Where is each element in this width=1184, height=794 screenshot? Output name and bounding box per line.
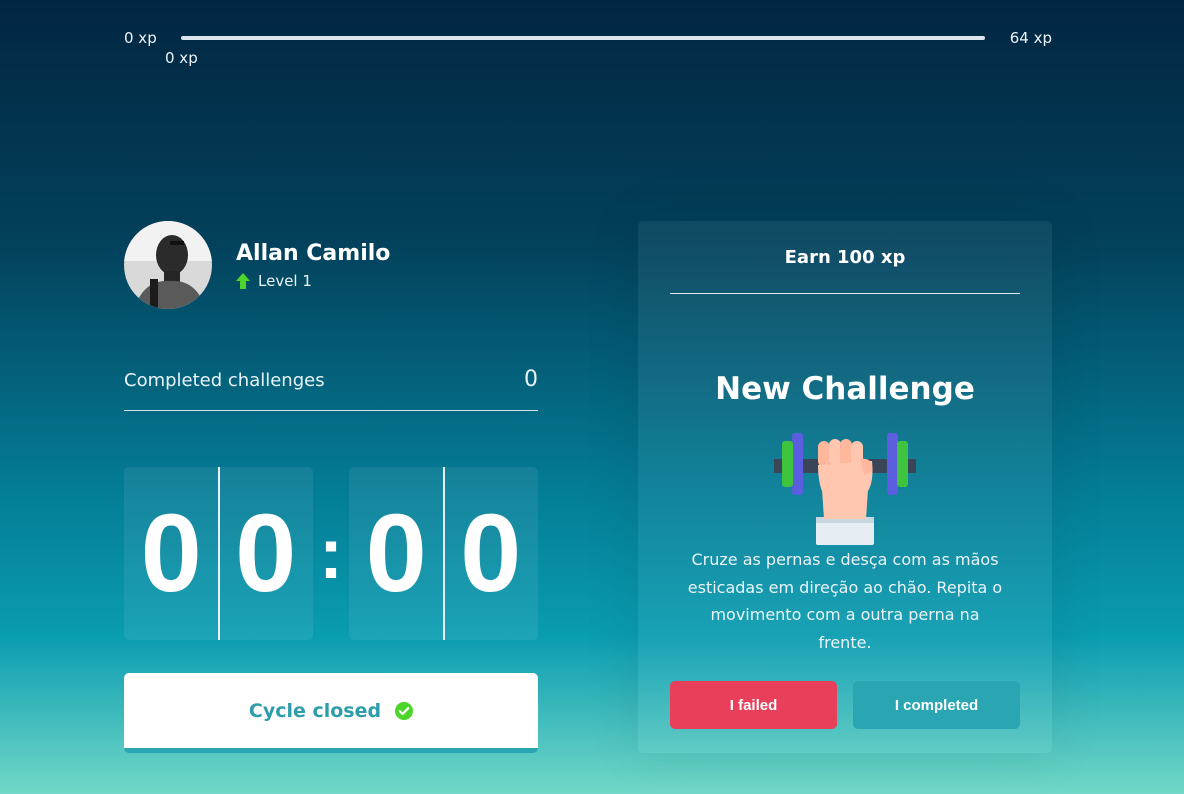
challenge-reward: Earn 100 xp [784, 246, 906, 268]
countdown-minutes: 0 0 [124, 467, 313, 640]
completed-challenges: Completed challenges 0 [124, 366, 538, 411]
experience-bar: 0 xp 0 xp 64 xp [124, 27, 1052, 67]
xp-max-label: 64 xp [1009, 29, 1052, 47]
minute-ones-digit: 0 [235, 492, 297, 615]
dumbbell-icon [774, 433, 916, 545]
second-ones-digit: 0 [460, 492, 522, 615]
second-tens-digit: 0 [365, 492, 427, 615]
cycle-closed-button[interactable]: Cycle closed [124, 673, 538, 753]
countdown-separator: : [319, 513, 343, 594]
check-circle-icon [395, 701, 414, 720]
level-label: Level 1 [258, 271, 312, 290]
xp-min-label: 0 xp [124, 29, 157, 47]
xp-track [181, 36, 985, 40]
challenge-header: Earn 100 xp [670, 221, 1020, 294]
countdown-seconds: 0 0 [349, 467, 538, 640]
minute-tens-digit: 0 [140, 492, 202, 615]
digit-divider [443, 467, 445, 640]
challenge-card: Earn 100 xp New Challenge Cruze as perna… [638, 221, 1052, 753]
profile-name: Allan Camilo [236, 240, 391, 266]
failed-button[interactable]: I failed [670, 681, 837, 729]
countdown: 0 0 : 0 0 [124, 467, 538, 640]
digit-divider [218, 467, 220, 640]
profile: Allan Camilo Level 1 [124, 221, 390, 309]
cycle-closed-label: Cycle closed [248, 699, 382, 722]
avatar [124, 221, 212, 309]
completed-button[interactable]: I completed [853, 681, 1020, 729]
completed-challenges-count: 0 [524, 367, 538, 392]
xp-current-label: 0 xp [165, 49, 198, 67]
challenge-description: Cruze as pernas e desça com as mãos esti… [687, 550, 1003, 652]
level-up-icon [236, 272, 250, 289]
completed-challenges-label: Completed challenges [124, 370, 325, 391]
challenge-title: New Challenge [715, 371, 975, 407]
